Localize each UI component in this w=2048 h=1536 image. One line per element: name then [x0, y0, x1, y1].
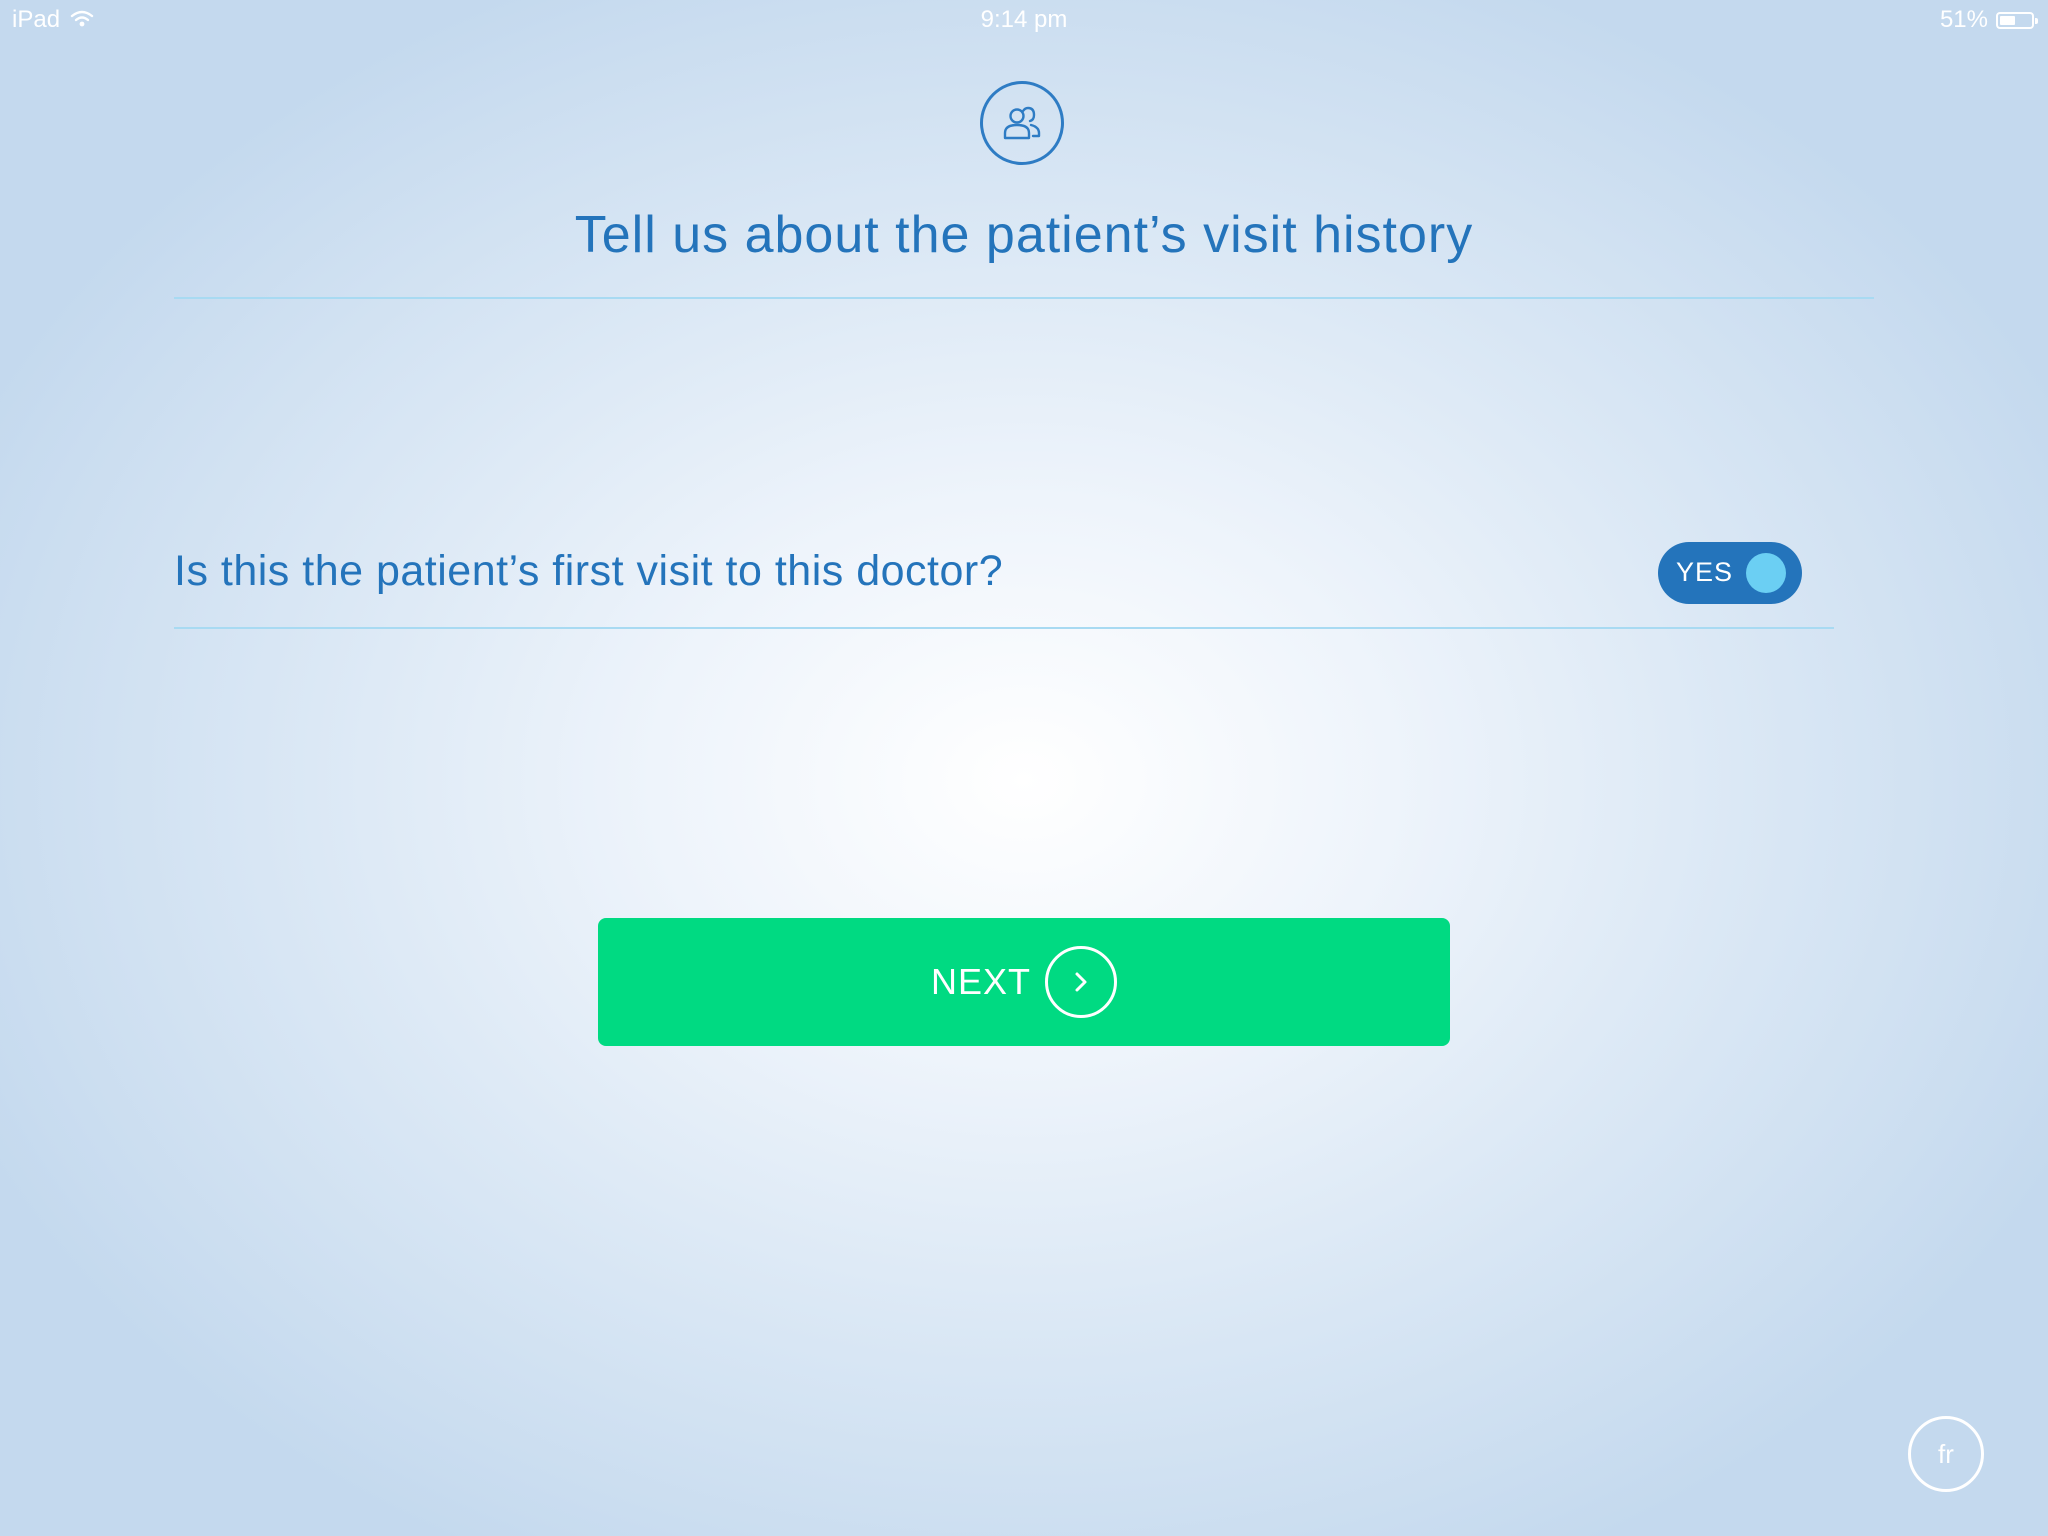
status-bar: iPad 9:14 pm 51% — [0, 0, 2048, 40]
language-button[interactable]: fr — [1908, 1416, 1984, 1492]
next-button[interactable]: NEXT — [598, 918, 1450, 1046]
chevron-right-icon — [1045, 946, 1117, 1018]
question-label: Is this the patient’s first visit to thi… — [174, 547, 1004, 595]
status-time: 9:14 pm — [980, 6, 1068, 33]
battery-percent: 51% — [1939, 6, 1988, 33]
toggle-label: YES — [1676, 557, 1734, 587]
people-icon — [980, 81, 1064, 165]
first-visit-toggle[interactable]: YES — [1658, 542, 1802, 604]
battery-icon — [1996, 11, 2038, 29]
page-title: Tell us about the patient’s visit histor… — [574, 206, 1474, 264]
next-button-label: NEXT — [930, 961, 1031, 1002]
question-divider — [174, 627, 1834, 629]
header-divider — [174, 297, 1874, 299]
status-right: 51% — [1939, 6, 2038, 34]
toggle-knob — [1746, 553, 1786, 593]
battery-level — [2000, 15, 2015, 25]
